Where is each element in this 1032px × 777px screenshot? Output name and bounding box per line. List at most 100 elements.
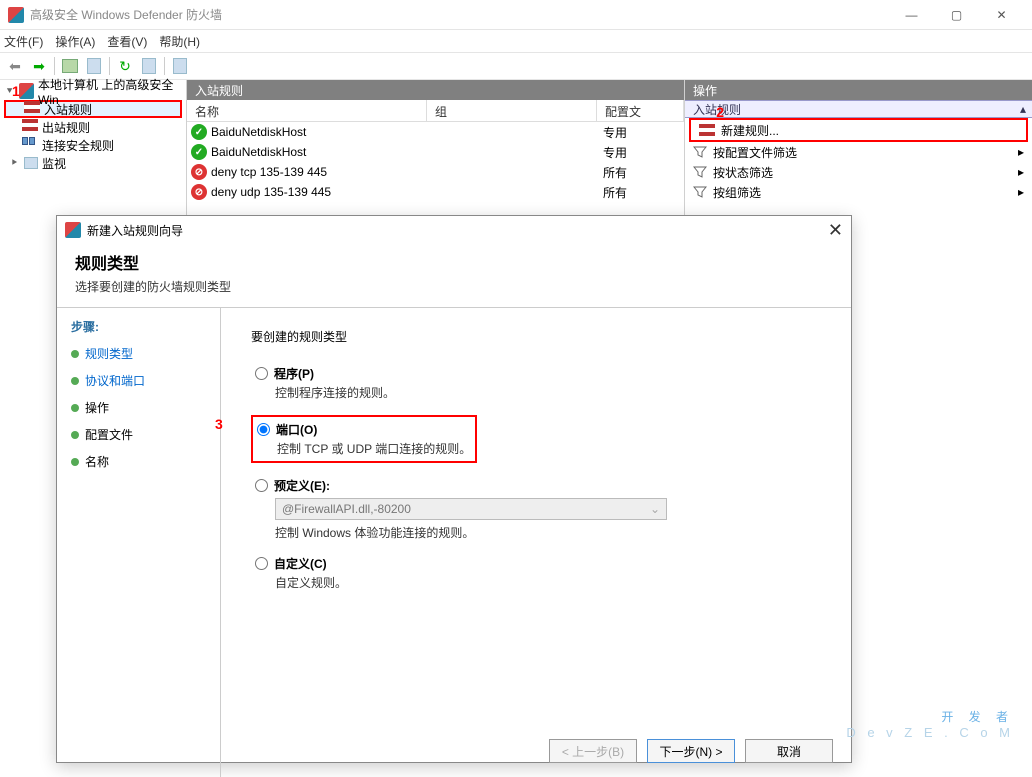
col-group[interactable]: 组 bbox=[427, 100, 597, 121]
titlebar: 高级安全 Windows Defender 防火墙 — ▢ ✕ bbox=[0, 0, 1032, 30]
option-port-desc: 控制 TCP 或 UDP 端口连接的规则。 bbox=[277, 440, 471, 457]
dialog-title: 新建入站规则向导 bbox=[87, 222, 183, 239]
option-program[interactable]: 程序(P) 控制程序连接的规则。 bbox=[255, 365, 821, 401]
action-by-group[interactable]: 按组筛选 ▸ bbox=[685, 182, 1032, 202]
funnel-icon bbox=[693, 165, 707, 179]
minimize-button[interactable]: — bbox=[889, 1, 934, 29]
refresh-button[interactable]: ↻ bbox=[114, 55, 136, 77]
radio-program[interactable] bbox=[255, 367, 268, 380]
radio-predefined[interactable] bbox=[255, 479, 268, 492]
dialog-header: 规则类型 选择要创建的防火墙规则类型 bbox=[57, 244, 851, 307]
funnel-icon bbox=[693, 185, 707, 199]
action-by-group-label: 按组筛选 bbox=[713, 184, 761, 201]
annotation-1: 1 bbox=[12, 83, 20, 99]
step-rule-type[interactable]: 规则类型 bbox=[71, 345, 206, 362]
list-row[interactable]: ⊘ deny tcp 135-139 445 所有 bbox=[187, 162, 684, 182]
menubar: 文件(F) 操作(A) 查看(V) 帮助(H) bbox=[0, 30, 1032, 52]
predefined-combo[interactable]: @FirewallAPI.dll,-80200 ⌄ bbox=[275, 498, 667, 520]
dialog-heading: 规则类型 bbox=[75, 250, 833, 274]
wizard-dialog: 新建入站规则向导 ✕ 规则类型 选择要创建的防火墙规则类型 步骤: 规则类型 协… bbox=[56, 215, 852, 763]
doc-button2[interactable] bbox=[138, 55, 160, 77]
outbound-icon bbox=[22, 119, 38, 135]
monitor-icon bbox=[24, 157, 38, 169]
watermark: 开 发 者 D e v Z E . C o M bbox=[846, 708, 1014, 740]
wizard-steps: 步骤: 规则类型 协议和端口 操作 配置文件 名称 bbox=[57, 308, 221, 777]
dialog-close-button[interactable]: ✕ bbox=[828, 220, 843, 241]
annotation-2: 2 bbox=[716, 104, 724, 120]
list-row[interactable]: ⊘ deny udp 135-139 445 所有 bbox=[187, 182, 684, 202]
row-name: deny tcp 135-139 445 bbox=[211, 165, 433, 179]
menu-help[interactable]: 帮助(H) bbox=[159, 33, 200, 50]
row-name: BaiduNetdiskHost bbox=[211, 125, 433, 139]
row-profile: 专用 bbox=[603, 144, 627, 161]
wizard-content: 要创建的规则类型 程序(P) 控制程序连接的规则。 3 端口(O) 控制 TCP… bbox=[221, 308, 851, 777]
annotation-3: 3 bbox=[215, 416, 223, 432]
dialog-titlebar: 新建入站规则向导 ✕ bbox=[57, 216, 851, 244]
funnel-icon bbox=[693, 145, 707, 159]
row-profile: 专用 bbox=[603, 124, 627, 141]
doc-button3[interactable] bbox=[169, 55, 191, 77]
action-header: 操作 bbox=[685, 80, 1032, 100]
tree-outbound[interactable]: 出站规则 bbox=[0, 118, 186, 136]
radio-port[interactable] bbox=[257, 423, 270, 436]
action-new-rule[interactable]: 新建规则... bbox=[691, 120, 1026, 140]
dialog-buttons: < 上一步(B) 下一步(N) > 取消 bbox=[549, 739, 833, 763]
tree-root[interactable]: ⯆ 本地计算机 上的高级安全 Win bbox=[0, 82, 186, 100]
close-button[interactable]: ✕ bbox=[979, 1, 1024, 29]
row-name: BaiduNetdiskHost bbox=[211, 145, 433, 159]
tree-connection-label: 连接安全规则 bbox=[42, 137, 114, 154]
col-profile[interactable]: 配置文 bbox=[597, 100, 684, 121]
maximize-button[interactable]: ▢ bbox=[934, 1, 979, 29]
step-name: 名称 bbox=[71, 453, 206, 470]
steps-label: 步骤: bbox=[71, 318, 206, 335]
option-custom[interactable]: 自定义(C) 自定义规则。 bbox=[255, 555, 821, 591]
back-button[interactable]: ⬅ bbox=[4, 55, 26, 77]
folder-button[interactable] bbox=[59, 55, 81, 77]
menu-file[interactable]: 文件(F) bbox=[4, 33, 43, 50]
tree-connection[interactable]: 连接安全规则 bbox=[0, 136, 186, 154]
dialog-subheading: 选择要创建的防火墙规则类型 bbox=[75, 278, 833, 295]
next-button[interactable]: 下一步(N) > bbox=[647, 739, 735, 763]
firewall-icon bbox=[8, 7, 24, 23]
col-name[interactable]: 名称 bbox=[187, 100, 427, 121]
action-by-state[interactable]: 按状态筛选 ▸ bbox=[685, 162, 1032, 182]
option-custom-desc: 自定义规则。 bbox=[275, 574, 821, 591]
action-new-rule-label: 新建规则... bbox=[721, 122, 779, 139]
list-header: 名称 组 配置文 bbox=[187, 100, 684, 122]
menu-view[interactable]: 查看(V) bbox=[107, 33, 147, 50]
step-action: 操作 bbox=[71, 399, 206, 416]
block-icon: ⊘ bbox=[191, 184, 207, 200]
connection-icon bbox=[22, 137, 38, 153]
step-profile: 配置文件 bbox=[71, 426, 206, 443]
list-row[interactable]: ✓ BaiduNetdiskHost 专用 bbox=[187, 122, 684, 142]
firewall-icon bbox=[19, 83, 34, 99]
tree-outbound-label: 出站规则 bbox=[42, 119, 90, 136]
firewall-icon bbox=[65, 222, 81, 238]
option-predefined-desc: 控制 Windows 体验功能连接的规则。 bbox=[275, 524, 821, 541]
back-button: < 上一步(B) bbox=[549, 739, 637, 763]
new-rule-icon bbox=[699, 124, 715, 136]
menu-action[interactable]: 操作(A) bbox=[55, 33, 95, 50]
tree-monitor[interactable]: ⯈ 监视 bbox=[0, 154, 186, 172]
option-program-desc: 控制程序连接的规则。 bbox=[275, 384, 821, 401]
window-title: 高级安全 Windows Defender 防火墙 bbox=[30, 6, 889, 23]
action-by-profile[interactable]: 按配置文件筛选 ▸ bbox=[685, 142, 1032, 162]
step-protocol[interactable]: 协议和端口 bbox=[71, 372, 206, 389]
cancel-button[interactable]: 取消 bbox=[745, 739, 833, 763]
action-by-profile-label: 按配置文件筛选 bbox=[713, 144, 797, 161]
doc-button1[interactable] bbox=[83, 55, 105, 77]
inbound-icon bbox=[24, 101, 40, 117]
center-header: 入站规则 bbox=[187, 80, 684, 100]
row-name: deny udp 135-139 445 bbox=[211, 185, 433, 199]
option-port[interactable]: 端口(O) 控制 TCP 或 UDP 端口连接的规则。 bbox=[257, 421, 471, 457]
list-row[interactable]: ✓ BaiduNetdiskHost 专用 bbox=[187, 142, 684, 162]
row-profile: 所有 bbox=[603, 164, 627, 181]
radio-custom[interactable] bbox=[255, 557, 268, 570]
action-by-state-label: 按状态筛选 bbox=[713, 164, 773, 181]
action-section: 入站规则 ▴ bbox=[685, 100, 1032, 118]
option-predefined[interactable]: 预定义(E): @FirewallAPI.dll,-80200 ⌄ 控制 Win… bbox=[255, 477, 821, 541]
allow-icon: ✓ bbox=[191, 144, 207, 160]
forward-button[interactable]: ➡ bbox=[28, 55, 50, 77]
allow-icon: ✓ bbox=[191, 124, 207, 140]
tree-monitor-label: 监视 bbox=[42, 155, 66, 172]
